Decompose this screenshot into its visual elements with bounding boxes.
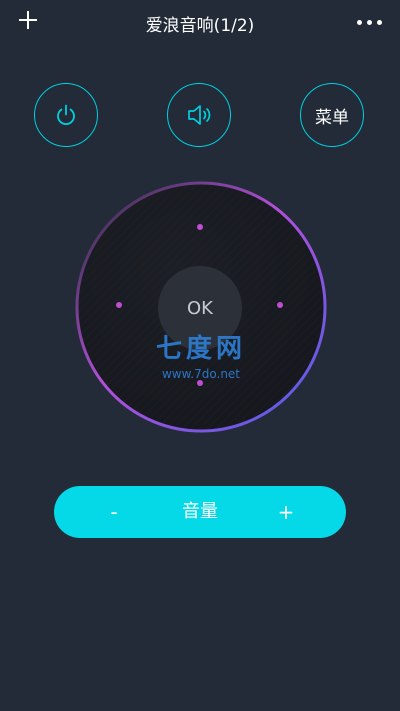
power-icon [57,104,75,126]
more-options-button[interactable] [354,10,386,34]
more-dot-icon [377,20,382,25]
volume-down-button[interactable]: - [84,486,144,538]
direction-pad: OK 七度网 www.7do.net [74,180,328,434]
ok-label: OK [187,297,213,319]
dpad-right-button[interactable] [248,277,308,337]
volume-up-button[interactable]: + [256,486,316,538]
sound-button[interactable] [167,83,231,147]
more-dot-icon [357,20,362,25]
page-title: 爱浪音响(1/2) [145,16,255,36]
dpad-up-button[interactable] [171,200,231,255]
menu-button[interactable]: 菜单 [300,83,364,147]
dpad-down-button[interactable] [171,355,231,410]
power-button[interactable] [34,83,98,147]
speaker-icon [188,105,211,125]
volume-control: 音量 - + [54,486,346,538]
ok-button[interactable]: OK [158,266,242,350]
header-bar: 爱浪音响(1/2) [0,0,400,44]
dpad-left-button[interactable] [94,277,154,337]
more-dot-icon [367,20,372,25]
menu-label: 菜单 [315,107,349,128]
